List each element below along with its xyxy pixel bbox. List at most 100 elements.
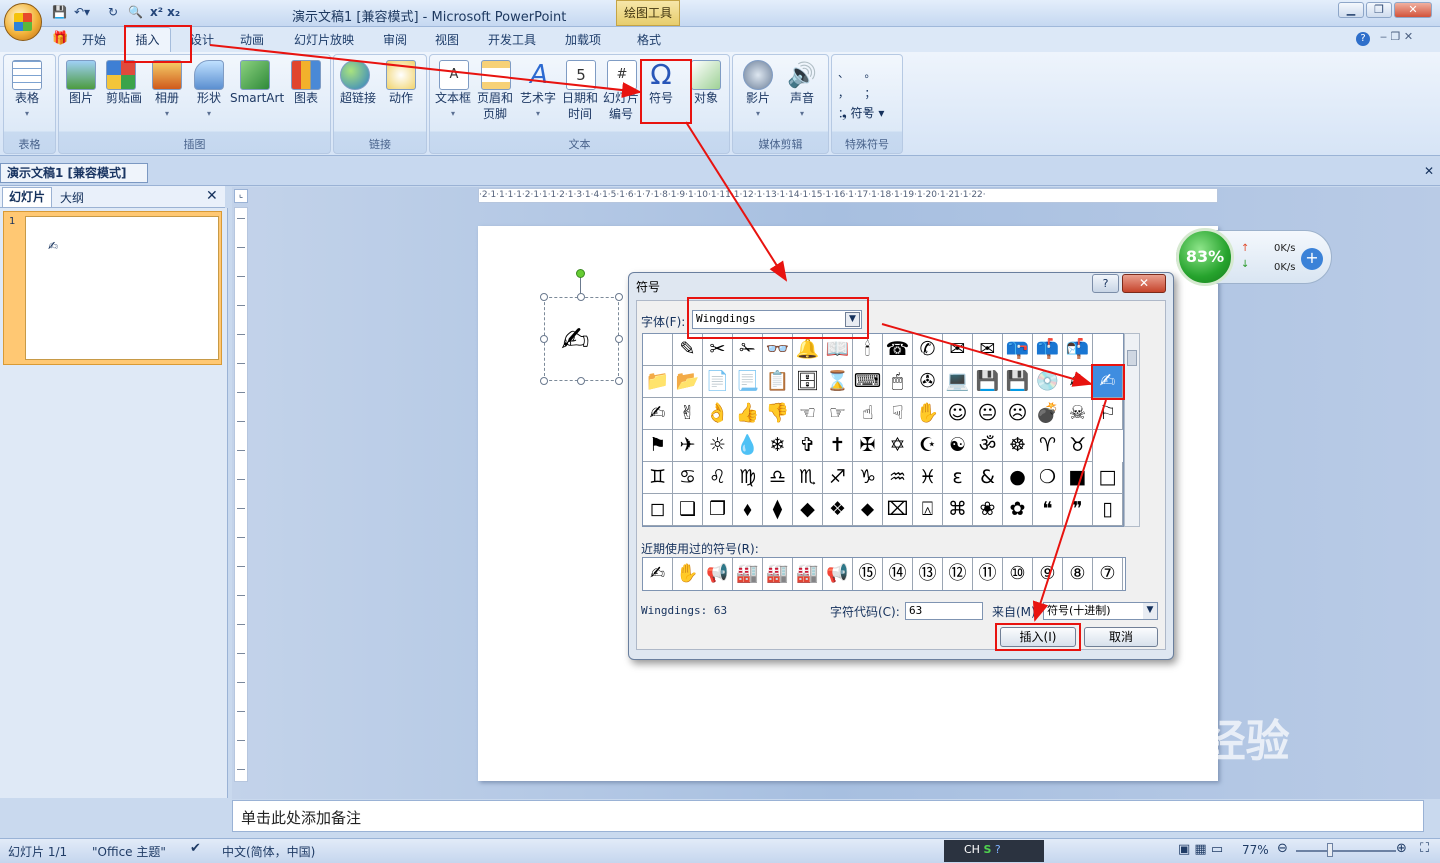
symbol-cell[interactable]: 👍	[733, 398, 763, 430]
resize-handle[interactable]	[577, 293, 585, 301]
document-tab[interactable]: 演示文稿1 [兼容模式]	[0, 163, 148, 183]
from-select[interactable]: 符号(十进制)	[1043, 602, 1158, 620]
symbol-cell[interactable]: 📋	[763, 366, 793, 398]
undo-icon[interactable]: ↶▾	[74, 5, 90, 19]
symbol-cell[interactable]: ❖	[823, 494, 853, 526]
resize-handle[interactable]	[615, 377, 623, 385]
symbol-cell[interactable]: ♐	[823, 462, 853, 494]
object-button[interactable]: 对象	[691, 60, 721, 106]
zoom-slider[interactable]	[1296, 850, 1396, 852]
cancel-button[interactable]: 取消	[1084, 627, 1158, 647]
symbol-cell[interactable]: ✍	[1063, 366, 1093, 398]
symbol-cell[interactable]: ✡	[883, 430, 913, 462]
resize-handle[interactable]	[577, 377, 585, 385]
resize-handle[interactable]	[540, 377, 548, 385]
symbol-cell[interactable]: ☠	[1063, 398, 1093, 430]
symbol-cell[interactable]: ♌	[703, 462, 733, 494]
symbol-cell[interactable]: ♏	[793, 462, 823, 494]
scroll-thumb[interactable]	[1127, 350, 1137, 366]
font-select[interactable]: Wingdings	[692, 310, 862, 329]
symbol-cell[interactable]: ❞	[1063, 494, 1093, 526]
recent-symbol-cell[interactable]: ⑮	[853, 558, 883, 590]
symbol-cell[interactable]: ☼	[703, 430, 733, 462]
symbol-grid-scrollbar[interactable]	[1124, 333, 1140, 527]
symbol-cell[interactable]: 📪	[1003, 334, 1033, 366]
tab-animation[interactable]: 动画	[240, 31, 264, 48]
chart-button[interactable]: 图表	[291, 60, 321, 106]
symbol-cell[interactable]: ❍	[1033, 462, 1063, 494]
symbol-cell[interactable]: ▯	[1093, 494, 1123, 526]
tab-slides[interactable]: 幻灯片	[2, 187, 52, 207]
symbol-cell[interactable]: 💾	[1003, 366, 1033, 398]
symbol-cell[interactable]: ⌛	[823, 366, 853, 398]
symbol-cell[interactable]: ⌘	[943, 494, 973, 526]
doc-close-icon[interactable]: ✕	[1424, 164, 1434, 178]
qat-superscript-subscript[interactable]: x² x₂	[150, 5, 180, 19]
symbol-cell[interactable]: ❄	[763, 430, 793, 462]
table-button[interactable]: 表格 ▾	[12, 60, 42, 122]
symbol-cell[interactable]: 📃	[733, 366, 763, 398]
sound-button[interactable]: 🔊 声音 ▾	[787, 60, 817, 122]
dropdown-arrow-icon[interactable]: ▼	[1143, 603, 1157, 619]
resize-handle[interactable]	[540, 335, 548, 343]
textbox-button[interactable]: A 文本框 ▾	[435, 60, 471, 122]
symbol-cell[interactable]: ✈	[673, 430, 703, 462]
symbol-cell[interactable]: ☞	[823, 398, 853, 430]
wordart-button[interactable]: A 艺术字 ▾	[520, 60, 556, 122]
album-button[interactable]: 相册 ▾	[152, 60, 182, 122]
symbol-cell[interactable]: ♉	[1063, 430, 1093, 462]
symbol-cell[interactable]: &	[973, 462, 1003, 494]
dialog-close-button[interactable]: ✕	[1122, 274, 1166, 293]
symbol-cell[interactable]: ✍	[643, 398, 673, 430]
symbol-cell[interactable]: ⧫	[763, 494, 793, 526]
movie-button[interactable]: 影片 ▾	[743, 60, 773, 122]
symbol-cell[interactable]: 📫	[1033, 334, 1063, 366]
recent-symbol-cell[interactable]: ⑦	[1093, 558, 1123, 590]
print-preview-icon[interactable]: 🔍	[128, 5, 143, 19]
symbol-cell[interactable]: ❝	[1033, 494, 1063, 526]
tab-insert[interactable]: 插入	[124, 27, 171, 54]
recent-symbol-cell[interactable]: ✋	[673, 558, 703, 590]
symbol-cell[interactable]: 📄	[703, 366, 733, 398]
symbol-cell[interactable]: 📖	[823, 334, 853, 366]
symbol-cell[interactable]: ♒	[883, 462, 913, 494]
view-buttons[interactable]: ▣ ▦ ▭	[1178, 842, 1223, 857]
symbol-cell[interactable]: ♑	[853, 462, 883, 494]
symbol-cell[interactable]: ⚐	[1093, 398, 1123, 430]
symbol-cell[interactable]: 💧	[733, 430, 763, 462]
recent-symbol-cell[interactable]: ⑪	[973, 558, 1003, 590]
symbol-cell-selected[interactable]: ✍	[1093, 366, 1123, 398]
resize-handle[interactable]	[540, 293, 548, 301]
recent-symbol-cell[interactable]: 🏭	[733, 558, 763, 590]
fit-to-window-icon[interactable]: ⛶	[1420, 841, 1429, 856]
symbol-cell[interactable]: ✁	[733, 334, 763, 366]
date-time-button[interactable]: 5 日期和 时间	[562, 60, 598, 122]
tab-design[interactable]: 设计	[190, 31, 214, 48]
save-icon[interactable]: 💾	[52, 5, 67, 19]
zoom-in-icon[interactable]: ⊕	[1396, 841, 1407, 856]
symbol-cell[interactable]: □	[1093, 462, 1123, 494]
tab-developer[interactable]: 开发工具	[488, 31, 536, 48]
gift-icon[interactable]: 🎁	[52, 31, 68, 46]
symbol-cell[interactable]: ❒	[703, 494, 733, 526]
char-code-input[interactable]: 63	[905, 602, 983, 620]
symbol-cell[interactable]: ⬧	[733, 494, 763, 526]
add-icon[interactable]: +	[1301, 248, 1323, 270]
symbol-cell[interactable]: ♈	[1033, 430, 1063, 462]
slide-number-button[interactable]: # 幻灯片 编号	[603, 60, 639, 122]
recent-symbol-cell[interactable]: ⑩	[1003, 558, 1033, 590]
symbol-cell[interactable]: ✿	[1003, 494, 1033, 526]
hyperlink-button[interactable]: 超链接	[340, 60, 376, 106]
symbol-cell[interactable]: ⬥	[853, 494, 883, 526]
zoom-level[interactable]: 77%	[1242, 843, 1269, 857]
symbol-cell[interactable]: ✠	[853, 430, 883, 462]
symbol-cell[interactable]: ✇	[913, 366, 943, 398]
special-symbol-button[interactable]: ❟ 符号 ▾	[842, 104, 884, 121]
symbol-button[interactable]: Ω 符号	[646, 60, 676, 106]
tab-view[interactable]: 视图	[435, 31, 459, 48]
symbol-cell[interactable]: ❑	[673, 494, 703, 526]
ribbon-window-controls[interactable]: ‒ ❐ ✕	[1380, 30, 1413, 43]
symbol-cell[interactable]: 👎	[763, 398, 793, 430]
symbol-cell[interactable]: 👓	[763, 334, 793, 366]
symbol-cell[interactable]: 📬	[1063, 334, 1093, 366]
